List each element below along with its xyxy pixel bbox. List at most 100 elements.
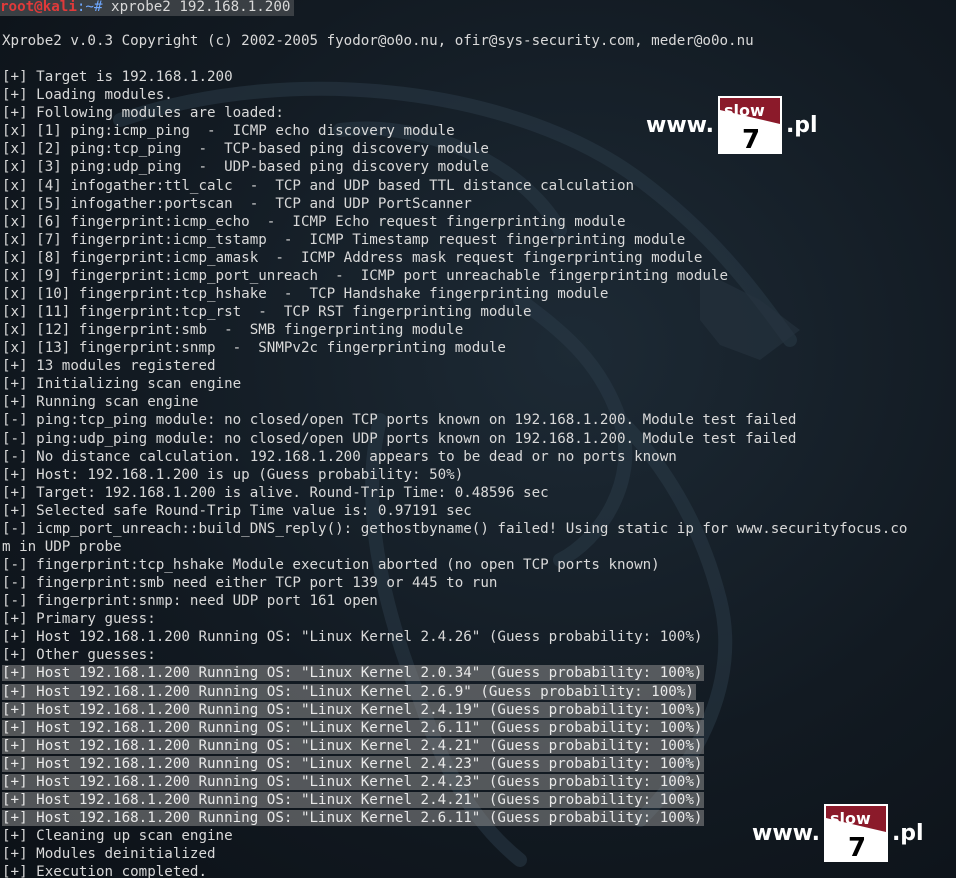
terminal-output-line: [-] No distance calculation. 192.168.1.2… [2,448,677,466]
slow7-badge-icon: slow 7 [717,96,782,155]
terminal-output-text: [+] Running scan engine [2,394,199,411]
terminal-output-text: [+] Cleaning up scan engine [2,828,233,845]
terminal-output-text: [x] [9] fingerprint:icmp_port_unreach - … [2,267,729,284]
terminal-output-text: [+] Initializing scan engine [2,376,242,393]
terminal-output-text: [x] [8] fingerprint:icmp_amask - ICMP Ad… [2,249,703,266]
terminal-output-line: [+] Following modules are loaded: [2,104,284,122]
terminal-output-text: [x] [11] fingerprint:tcp_rst - TCP RST f… [2,304,532,321]
terminal-output-text: [x] [4] infogather:ttl_calc - TCP and UD… [2,177,635,194]
terminal-output-text: [x] [10] fingerprint:tcp_hshake - TCP Ha… [2,285,609,302]
terminal-output-line: [+] Other guesses: [2,646,156,664]
terminal-output-line: [+] Host 192.168.1.200 Running OS: "Linu… [2,809,705,827]
terminal-output-line: [x] [2] ping:tcp_ping - TCP-based ping d… [2,140,489,158]
terminal-output-text: [+] Target is 192.168.1.200 [2,69,233,86]
badge-num-text: 7 [742,125,760,154]
terminal-output-line: [+] Loading modules. [2,86,173,104]
terminal-output-text: [-] fingerprint:smb need either TCP port… [2,575,498,592]
terminal-output-text: [+] Modules deinitialized [2,846,216,863]
terminal-output-text: [-] fingerprint:snmp: need UDP port 161 … [2,593,378,610]
terminal-output-text: [-] fingerprint:tcp_hshake Module execut… [2,557,660,574]
terminal-output-line: [+] Initializing scan engine [2,375,241,393]
terminal-output-line: [+] Host 192.168.1.200 Running OS: "Linu… [2,628,702,646]
terminal-output-text: [+] Host 192.168.1.200 Running OS: "Linu… [2,791,705,808]
terminal-output-text: [+] Loading modules. [2,87,173,104]
terminal-output-text: [x] [2] ping:tcp_ping - TCP-based ping d… [2,141,489,158]
terminal-output-text: Xprobe2 v.0.3 Copyright (c) 2002-2005 fy… [2,33,754,49]
terminal-output-text: [+] Following modules are loaded: [2,105,284,122]
terminal-output-line: [x] [9] fingerprint:icmp_port_unreach - … [2,267,728,285]
terminal-output-text: [x] [5] infogather:portscan - TCP and UD… [2,195,472,212]
terminal-output-text: [x] [7] fingerprint:icmp_tstamp - ICMP T… [2,231,686,248]
terminal-output-line: m in UDP probe [2,538,122,556]
terminal-output-line: [+] Cleaning up scan engine [2,827,233,845]
terminal-output-line: [x] [13] fingerprint:snmp - SNMPv2c fing… [2,339,506,357]
terminal-output-line: [+] Host 192.168.1.200 Running OS: "Linu… [2,683,696,701]
watermark-prefix: www. [752,820,820,846]
watermark-suffix: .pl [785,112,818,138]
terminal-output-text: [+] Host 192.168.1.200 Running OS: "Linu… [2,629,703,646]
terminal-output-line: [+] 13 modules registered [2,357,216,375]
terminal-output-text: [+] 13 modules registered [2,358,216,375]
terminal-output-line: [x] [12] fingerprint:smb - SMB fingerpri… [2,321,463,339]
terminal-output-text: [+] Host 192.168.1.200 Running OS: "Linu… [2,810,705,826]
watermark-logo-top: www. slow 7 .pl [646,96,818,155]
badge-top-text: slow [830,809,871,828]
terminal-output-line: [+] Host 192.168.1.200 Running OS: "Linu… [2,719,705,737]
badge-top-text: slow [724,101,765,120]
terminal-output-line: [x] [3] ping:udp_ping - UDP-based ping d… [2,158,489,176]
terminal-output-text: [x] [12] fingerprint:smb - SMB fingerpri… [2,322,464,339]
terminal-output-text: [+] Host 192.168.1.200 Running OS: "Linu… [2,773,705,790]
terminal-window[interactable]: root@kali:~# xprobe2 192.168.1.200 Xprob… [0,0,956,878]
terminal-output-line: [+] Target: 192.168.1.200 is alive. Roun… [2,484,549,502]
terminal-output-line: [+] Running scan engine [2,393,198,411]
terminal-output-text: [+] Primary guess: [2,611,156,628]
terminal-output-line: [+] Host 192.168.1.200 Running OS: "Linu… [2,773,705,791]
terminal-output-text: [-] ping:tcp_ping module: no closed/open… [2,412,797,429]
terminal-output-text: [-] No distance calculation. 192.168.1.2… [2,448,677,465]
terminal-output-line: [x] [8] fingerprint:icmp_amask - ICMP Ad… [2,249,702,267]
terminal-output-line: [+] Host 192.168.1.200 Running OS: "Linu… [2,791,705,809]
terminal-output-text: [-] icmp_port_unreach::build_DNS_reply()… [2,520,908,537]
terminal-output-text: [+] Host 192.168.1.200 Running OS: "Linu… [2,737,705,754]
terminal-output-line: [-] ping:udp_ping module: no closed/open… [2,430,796,448]
terminal-output-text: [x] [1] ping:icmp_ping - ICMP echo disco… [2,123,455,140]
terminal-output-text: [+] Selected safe Round-Trip Time value … [2,502,472,519]
terminal-output-line: [+] Selected safe Round-Trip Time value … [2,502,472,520]
terminal-output-line: [x] [4] infogather:ttl_calc - TCP and UD… [2,177,634,195]
terminal-output-text: m in UDP probe [2,538,122,555]
watermark-logo-bottom: www. slow 7 .pl [752,804,924,863]
terminal-output-text: [+] Other guesses: [2,647,156,664]
terminal-output-line: [x] [1] ping:icmp_ping - ICMP echo disco… [2,122,455,140]
terminal-output-line: [-] icmp_port_unreach::build_DNS_reply()… [2,520,907,538]
terminal-output-text: [+] Host 192.168.1.200 Running OS: "Linu… [2,755,705,772]
terminal-output-text: [+] Host 192.168.1.200 Running OS: "Linu… [2,701,705,718]
terminal-output-line: [+] Host 192.168.1.200 Running OS: "Linu… [2,701,705,719]
terminal-output-text: [x] [3] ping:udp_ping - UDP-based ping d… [2,159,489,176]
terminal-output-line: [+] Host 192.168.1.200 Running OS: "Linu… [2,664,705,682]
terminal-output-line: [x] [11] fingerprint:tcp_rst - TCP RST f… [2,303,532,321]
terminal-output-line: [+] Host: 192.168.1.200 is up (Guess pro… [2,466,463,484]
badge-num-text: 7 [848,833,866,862]
terminal-output-text: [+] Host 192.168.1.200 Running OS: "Linu… [2,683,696,700]
terminal-output-line: [+] Target is 192.168.1.200 [2,68,233,86]
terminal-output-line: [x] [7] fingerprint:icmp_tstamp - ICMP T… [2,231,685,249]
terminal-output-line: [+] Modules deinitialized [2,845,216,863]
prompt-path: :~# [76,0,103,15]
terminal-output-line: [x] [10] fingerprint:tcp_hshake - TCP Ha… [2,285,608,303]
terminal-output-line: [+] Execution completed. [2,863,207,878]
terminal-output-line: [x] [6] fingerprint:icmp_echo - ICMP Ech… [2,213,626,231]
terminal-output-text: [+] Execution completed. [2,864,207,878]
terminal-output-line: [-] fingerprint:snmp: need UDP port 161 … [2,592,378,610]
terminal-output-line: [-] fingerprint:smb need either TCP port… [2,574,497,592]
terminal-output-text: [+] Host 192.168.1.200 Running OS: "Linu… [2,665,705,682]
slow7-badge-icon: slow 7 [823,804,888,863]
terminal-output-line: [-] fingerprint:tcp_hshake Module execut… [2,556,660,574]
terminal-output-text: [x] [6] fingerprint:icmp_echo - ICMP Ech… [2,213,626,230]
terminal-output-line: [x] [5] infogather:portscan - TCP and UD… [2,195,472,213]
terminal-output-text: [-] ping:udp_ping module: no closed/open… [2,430,797,447]
terminal-output-line: [+] Primary guess: [2,610,156,628]
command-prompt-line: root@kali:~# xprobe2 192.168.1.200 [0,0,295,16]
terminal-output-line: [+] Host 192.168.1.200 Running OS: "Linu… [2,755,705,773]
prompt-command: xprobe2 192.168.1.200 [102,0,291,15]
terminal-output-text: [+] Target: 192.168.1.200 is alive. Roun… [2,484,549,501]
